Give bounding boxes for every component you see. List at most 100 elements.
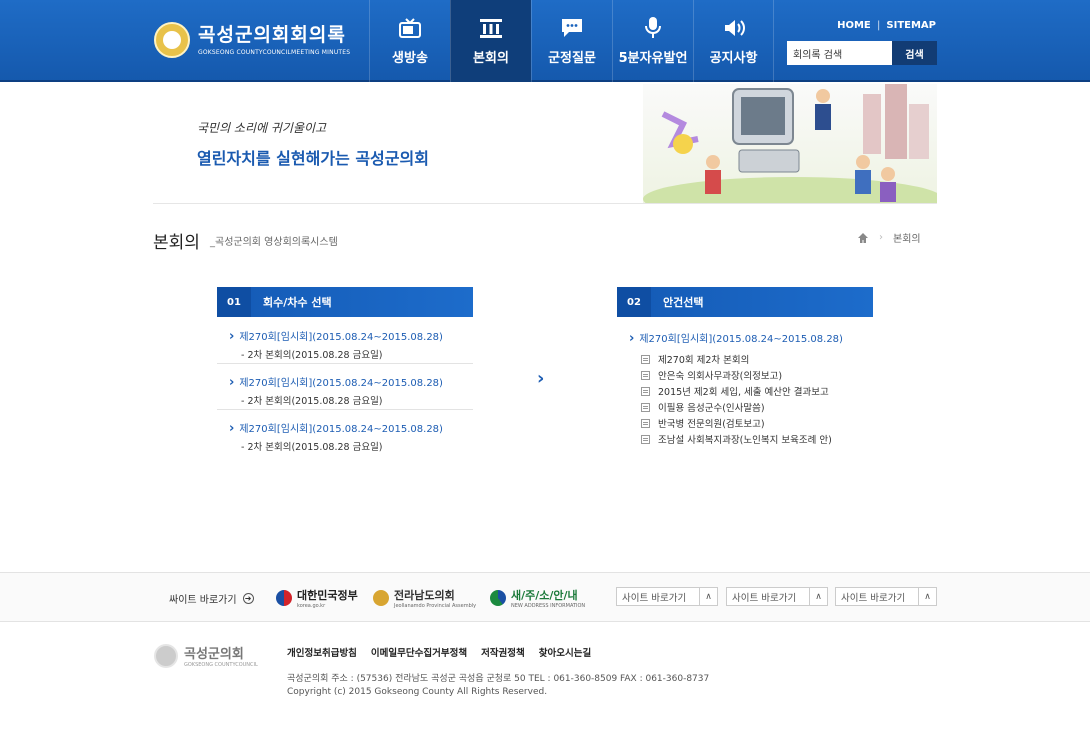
copyright-policy-link[interactable]: 저작권정책 bbox=[481, 645, 525, 659]
site-header: 곡성군의회회의록 GOKSEONG COUNTYCOUNCILMEETING M… bbox=[0, 0, 1090, 82]
step-number: 02 bbox=[617, 287, 651, 317]
breadcrumb-current: 본회의 bbox=[893, 234, 921, 245]
session-panel-title: 회수/차수 선택 bbox=[263, 296, 332, 309]
agenda-item[interactable]: 조남설 사회복지과장(노인복지 보육조례 안) bbox=[641, 431, 832, 447]
site-logo[interactable]: 곡성군의회회의록 GOKSEONG COUNTYCOUNCILMEETING M… bbox=[154, 22, 350, 58]
footer-copyright: Copyright (c) 2015 Gokseong County All R… bbox=[287, 687, 548, 697]
agenda-panel-header: 02 안건선택 bbox=[617, 287, 873, 317]
korea-gov-label: 대한민국정부 bbox=[297, 589, 358, 602]
chevron-up-icon: ∧ bbox=[918, 588, 936, 605]
session-list: 제270회[임시회](2015.08.24~2015.08.28) - 2차 본… bbox=[217, 318, 473, 456]
page-title: 본회의 bbox=[153, 233, 200, 253]
chevron-up-icon: ∧ bbox=[809, 588, 827, 605]
slogan-small: 국민의 소리에 귀기울이고 bbox=[197, 121, 327, 135]
session-title: 제270회[임시회](2015.08.24~2015.08.28) bbox=[229, 330, 473, 344]
new-address-logo-icon bbox=[490, 590, 506, 606]
tv-icon bbox=[398, 17, 422, 39]
nav-plenary[interactable]: 본회의 bbox=[450, 0, 531, 82]
new-address-subtitle: NEW ADDRESS INFORMATION bbox=[511, 603, 586, 609]
site-select[interactable]: 사이트 바로가기 ∧ bbox=[726, 587, 828, 606]
search-box: 검색 bbox=[787, 41, 937, 65]
session-panel-header: 01 회수/차수 선택 bbox=[217, 287, 473, 317]
footer-logo-name: 곡성군의회 bbox=[184, 647, 244, 662]
email-policy-link[interactable]: 이메일무단수집거부정책 bbox=[371, 645, 467, 659]
speaker-icon bbox=[722, 17, 746, 39]
agenda-item-label: 안은숙 의회사무과장(의정보고) bbox=[658, 371, 783, 382]
arrow-circle-icon: ➜ bbox=[242, 593, 254, 604]
directions-link[interactable]: 찾아오시는길 bbox=[539, 645, 591, 659]
footer-links: 개인정보취급방침 이메일무단수집거부정책 저작권정책 찾아오시는길 bbox=[287, 645, 591, 659]
home-icon[interactable] bbox=[857, 232, 869, 244]
visual-illustration bbox=[643, 84, 937, 204]
banner-korea-gov[interactable]: 대한민국정부 korea.go.kr bbox=[276, 586, 358, 610]
chevron-right-icon: › bbox=[537, 368, 545, 389]
footer-logo: 곡성군의회 GOKSEONG COUNTYCOUNCIL bbox=[154, 643, 258, 668]
nav-live[interactable]: 생방송 bbox=[369, 0, 450, 82]
site-select-label: 사이트 바로가기 bbox=[622, 592, 687, 604]
document-icon bbox=[641, 370, 650, 380]
privacy-policy-link[interactable]: 개인정보취급방침 bbox=[287, 645, 357, 659]
logo-subtitle: GOKSEONG COUNTYCOUNCILMEETING MINUTES bbox=[198, 48, 351, 56]
nav-notice[interactable]: 공지사항 bbox=[693, 0, 774, 82]
site-select-label: 사이트 바로가기 bbox=[732, 592, 797, 604]
home-link[interactable]: HOME bbox=[837, 20, 871, 31]
nav-questions-label: 군정질문 bbox=[548, 50, 596, 66]
speech-bubble-icon bbox=[560, 17, 584, 39]
banner-jeonnam-council[interactable]: 전라남도의회 Jeollanamdo Provincial Assembly bbox=[373, 586, 476, 610]
session-item[interactable]: 제270회[임시회](2015.08.24~2015.08.28) - 2차 본… bbox=[217, 318, 473, 364]
microphone-icon bbox=[641, 16, 665, 39]
nav-five-minute[interactable]: 5분자유발언 bbox=[612, 0, 693, 82]
visual-divider bbox=[153, 203, 937, 204]
site-select-label: 사이트 바로가기 bbox=[841, 592, 906, 604]
agenda-item[interactable]: 반국병 전문의원(검토보고) bbox=[641, 415, 832, 431]
footer-emblem-icon bbox=[154, 643, 178, 668]
session-meeting[interactable]: - 2차 본회의(2015.08.28 금요일) bbox=[241, 347, 473, 361]
council-emblem-icon bbox=[154, 22, 190, 58]
session-item[interactable]: 제270회[임시회](2015.08.24~2015.08.28) - 2차 본… bbox=[217, 410, 473, 456]
agenda-item-label: 2015년 제2회 세입, 세출 예산안 결과보고 bbox=[658, 387, 829, 398]
logo-title: 곡성군의회회의록 bbox=[198, 23, 346, 46]
session-meeting[interactable]: - 2차 본회의(2015.08.28 금요일) bbox=[241, 439, 473, 453]
footer-address: 곡성군의회 주소 : (57536) 전라남도 곡성군 곡성읍 군청로 50 T… bbox=[287, 674, 710, 684]
family-site-label-text: 싸이트 바로가기 bbox=[169, 595, 237, 606]
site-select[interactable]: 사이트 바로가기 ∧ bbox=[835, 587, 937, 606]
jeonnam-council-emblem-icon bbox=[373, 590, 389, 606]
search-button[interactable]: 검색 bbox=[892, 41, 937, 65]
search-input[interactable] bbox=[787, 41, 892, 65]
step-number: 01 bbox=[217, 287, 251, 317]
document-icon bbox=[641, 386, 650, 396]
session-item[interactable]: 제270회[임시회](2015.08.24~2015.08.28) - 2차 본… bbox=[217, 364, 473, 410]
agenda-item-label: 반국병 전문의원(검토보고) bbox=[658, 419, 765, 430]
page-subtitle: _곡성군의회 영상회의록시스템 bbox=[210, 237, 338, 248]
agenda-list: 제270회 제2차 본회의 안은숙 의회사무과장(의정보고) 2015년 제2회… bbox=[641, 351, 832, 447]
sitemap-link[interactable]: SITEMAP bbox=[886, 20, 936, 31]
site-select[interactable]: 사이트 바로가기 ∧ bbox=[616, 587, 718, 606]
korea-gov-subtitle: korea.go.kr bbox=[297, 603, 326, 609]
agenda-item[interactable]: 안은숙 의회사무과장(의정보고) bbox=[641, 367, 832, 383]
korea-gov-logo-icon bbox=[276, 590, 292, 606]
session-meeting[interactable]: - 2차 본회의(2015.08.28 금요일) bbox=[241, 393, 473, 407]
slogan-big: 열린자치를 실현해가는 곡성군의회 bbox=[197, 149, 429, 168]
document-icon bbox=[641, 418, 650, 428]
nav-questions[interactable]: 군정질문 bbox=[531, 0, 612, 82]
nav-five-minute-label: 5분자유발언 bbox=[618, 50, 688, 66]
nav-live-label: 생방송 bbox=[392, 50, 428, 66]
util-divider: | bbox=[876, 20, 881, 31]
agenda-item-label: 제270회 제2차 본회의 bbox=[658, 355, 750, 366]
document-icon bbox=[641, 354, 650, 364]
building-icon bbox=[479, 17, 503, 39]
document-icon bbox=[641, 402, 650, 412]
nav-notice-label: 공지사항 bbox=[709, 50, 758, 66]
session-title: 제270회[임시회](2015.08.24~2015.08.28) bbox=[229, 422, 473, 436]
agenda-item[interactable]: 2015년 제2회 세입, 세출 예산안 결과보고 bbox=[641, 383, 832, 399]
banner-new-address[interactable]: 새/주/소/안/내 NEW ADDRESS INFORMATION bbox=[490, 586, 585, 610]
agenda-panel-title: 안건선택 bbox=[663, 296, 704, 309]
footer-logo-eng: GOKSEONG COUNTYCOUNCIL bbox=[184, 662, 258, 668]
agenda-item[interactable]: 제270회 제2차 본회의 bbox=[641, 351, 832, 367]
utility-links: HOME | SITEMAP bbox=[837, 20, 936, 31]
agenda-item-label: 이필용 음성군수(인사말씀) bbox=[658, 403, 765, 414]
chevron-up-icon: ∧ bbox=[699, 588, 717, 605]
breadcrumb-chevron-icon: › bbox=[879, 232, 883, 243]
agenda-item[interactable]: 이필용 음성군수(인사말씀) bbox=[641, 399, 832, 415]
session-title: 제270회[임시회](2015.08.24~2015.08.28) bbox=[229, 376, 473, 390]
